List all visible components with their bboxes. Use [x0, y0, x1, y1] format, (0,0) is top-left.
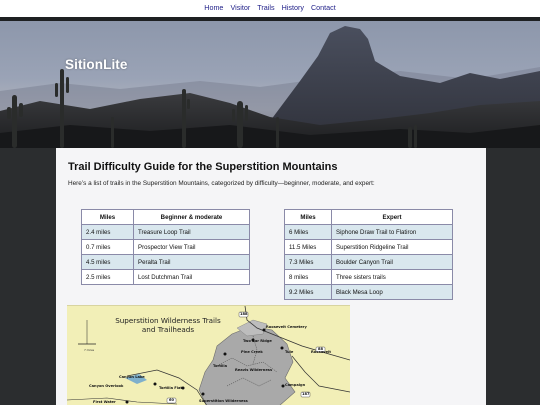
trail-miles: 2.5 miles [81, 269, 134, 285]
main-content: Trail Difficulty Guide for the Superstit… [56, 148, 486, 405]
map-label-tule: Tule [285, 350, 294, 354]
map-label-two-bar-ridge: Two Bar Ridge [243, 339, 272, 343]
map-label-canyon-lake: Canyon Lake [119, 375, 145, 379]
table-row: 0.7 miles Prospector View Trail [81, 239, 250, 255]
trail-name: Lost Dutchman Trail [133, 269, 250, 285]
trail-miles: 0.7 miles [81, 239, 134, 255]
map-label-reavis-wilderness: Reavis Wilderness [235, 368, 273, 372]
trail-name: Three sisters trails [331, 269, 453, 285]
table-header-row: Miles Beginner & moderate [81, 209, 250, 225]
table-row: 4.5 miles Peralta Trail [81, 254, 250, 270]
expert-table: Miles Expert 6 Miles Siphone Draw Trail … [284, 209, 453, 300]
table-row: 8 miles Three sisters trails [284, 269, 453, 285]
trail-miles: 11.5 Miles [284, 239, 332, 255]
map-label-tortilla-flat: Tortilla Flat [159, 386, 183, 390]
route-number: 188 [240, 312, 248, 316]
nav-link-home[interactable]: Home [204, 3, 223, 12]
beginner-moderate-table: Miles Beginner & moderate 2.4 miles Trea… [81, 209, 250, 285]
trail-name: Peralta Trail [133, 254, 250, 270]
trail-name: Treasure Loop Trail [133, 224, 250, 240]
trail-miles: 2.4 miles [81, 224, 134, 240]
map-scale-label: 7 miles [84, 348, 95, 352]
table-row: 2.4 miles Treasure Loop Trail [81, 224, 250, 240]
intro-text: Here’s a list of trails in the Superstit… [68, 180, 375, 187]
route-number: 187 [302, 392, 310, 396]
trail-name: Superstition Ridgeline Trail [331, 239, 453, 255]
site-title[interactable]: SitionLite [65, 57, 128, 72]
page-title: Trail Difficulty Guide for the Superstit… [68, 161, 338, 173]
trail-miles: 9.2 Miles [284, 284, 332, 300]
map-label-tortilla: Tortilla [213, 364, 228, 368]
table-row: 11.5 Miles Superstition Ridgeline Trail [284, 239, 453, 255]
map-label-roosevelt-cemetery: Roosevelt Cemetery [266, 325, 307, 329]
mountain-scene-image [0, 26, 540, 148]
top-navigation: Home Visitor Trails History Contact [0, 0, 540, 17]
trail-miles: 6 Miles [284, 224, 332, 240]
trail-miles: 4.5 miles [81, 254, 134, 270]
column-header: Beginner & moderate [133, 209, 250, 225]
trail-name: Black Mesa Loop [331, 284, 453, 300]
trail-name: Boulder Canyon Trail [331, 254, 453, 270]
trail-miles: 7.3 Miles [284, 254, 332, 270]
trail-map-image: Superstition Wilderness Trails and Trail… [67, 305, 350, 405]
map-title: Superstition Wilderness Trails and Trail… [115, 316, 221, 334]
column-header: Miles [284, 209, 332, 225]
column-header: Miles [81, 209, 134, 225]
nav-link-history[interactable]: History [282, 3, 304, 12]
map-label-canyon-overlook: Canyon Overlook [89, 384, 124, 388]
route-number: 88 [318, 347, 324, 351]
trail-name: Siphone Draw Trail to Flatiron [331, 224, 453, 240]
map-label-first-water: First Water [93, 400, 116, 404]
nav-link-visitor[interactable]: Visitor [230, 3, 250, 12]
map-label-campaign: Campaign [285, 383, 306, 387]
route-number: 60 [169, 398, 175, 402]
table-row: 2.5 miles Lost Dutchman Trail [81, 269, 250, 285]
map-label-superstition-wilderness: Superstition Wilderness [199, 399, 248, 403]
table-row: 7.3 Miles Boulder Canyon Trail [284, 254, 453, 270]
trail-miles: 8 miles [284, 269, 332, 285]
nav-link-trails[interactable]: Trails [257, 3, 274, 12]
column-header: Expert [331, 209, 453, 225]
trail-name: Prospector View Trail [133, 239, 250, 255]
nav-link-contact[interactable]: Contact [311, 3, 336, 12]
hero-banner: SitionLite [0, 21, 540, 148]
map-label-pine-creek: Pine Creek [241, 350, 263, 354]
table-row: 9.2 Miles Black Mesa Loop [284, 284, 453, 300]
table-header-row: Miles Expert [284, 209, 453, 225]
table-row: 6 Miles Siphone Draw Trail to Flatiron [284, 224, 453, 240]
